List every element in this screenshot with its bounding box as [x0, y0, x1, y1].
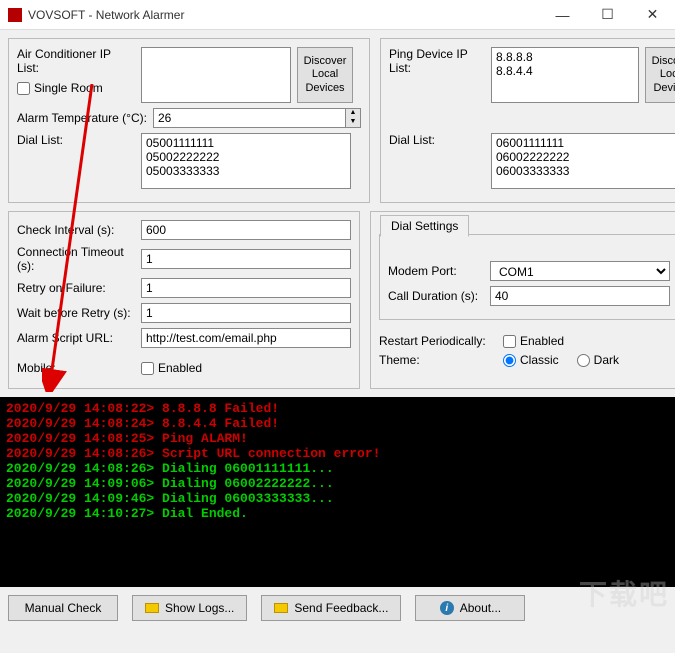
conn-timeout-input[interactable] [141, 249, 351, 269]
mobile-label: Mobile: [17, 361, 135, 375]
temp-spin-down[interactable]: ▼ [346, 118, 360, 127]
discover-devices-button-right[interactable]: Discover Local Devices [645, 47, 675, 103]
close-button[interactable]: ✕ [630, 0, 675, 29]
ping-ip-list-label: Ping Device IP List: [389, 47, 485, 75]
restart-enabled-label: Enabled [520, 334, 564, 348]
envelope-icon [274, 603, 288, 613]
dial-list-input-right[interactable] [491, 133, 675, 189]
app-logo-icon [8, 8, 22, 22]
about-button[interactable]: iAbout... [415, 595, 525, 621]
call-duration-label: Call Duration (s): [388, 289, 484, 303]
ac-panel: Air Conditioner IP List: Single Room Dis… [8, 38, 370, 203]
window-title: VOVSOFT - Network Alarmer [28, 8, 540, 22]
script-url-label: Alarm Script URL: [17, 331, 135, 345]
log-line: 2020/9/29 14:08:25> Ping ALARM! [6, 431, 669, 446]
log-line: 2020/9/29 14:09:06> Dialing 06002222222.… [6, 476, 669, 491]
minimize-button[interactable]: — [540, 0, 585, 29]
settings-right-panel: Dial Settings Modem Port: COM1 Call Dura… [370, 211, 675, 389]
restart-enabled-checkbox[interactable] [503, 335, 516, 348]
mobile-enabled-label: Enabled [158, 361, 202, 375]
log-line: 2020/9/29 14:08:22> 8.8.8.8 Failed! [6, 401, 669, 416]
dial-settings-tab[interactable]: Dial Settings [380, 215, 469, 237]
check-interval-label: Check Interval (s): [17, 223, 135, 237]
dial-list-input-left[interactable] [141, 133, 351, 189]
conn-timeout-label: Connection Timeout (s): [17, 245, 135, 273]
modem-port-label: Modem Port: [388, 264, 484, 278]
ac-ip-list-label: Air Conditioner IP List: [17, 47, 135, 75]
show-logs-button[interactable]: Show Logs... [132, 595, 247, 621]
single-room-checkbox[interactable] [17, 82, 30, 95]
log-line: 2020/9/29 14:08:24> 8.8.4.4 Failed! [6, 416, 669, 431]
settings-left-panel: Check Interval (s): Connection Timeout (… [8, 211, 360, 389]
ping-panel: Ping Device IP List: Discover Local Devi… [380, 38, 675, 203]
manual-check-button[interactable]: Manual Check [8, 595, 118, 621]
modem-port-select[interactable]: COM1 [490, 261, 670, 281]
temp-spin-up[interactable]: ▲ [346, 109, 360, 118]
theme-label: Theme: [379, 353, 497, 367]
call-duration-input[interactable] [490, 286, 670, 306]
discover-devices-button-left[interactable]: Discover Local Devices [297, 47, 353, 103]
alarm-temp-input[interactable] [153, 108, 345, 128]
check-interval-input[interactable] [141, 220, 351, 240]
theme-dark-label: Dark [594, 353, 619, 367]
retry-label: Retry on Failure: [17, 281, 135, 295]
script-url-input[interactable] [141, 328, 351, 348]
log-line: 2020/9/29 14:08:26> Dialing 06001111111.… [6, 461, 669, 476]
dial-list-label-right: Dial List: [389, 133, 485, 147]
send-feedback-button[interactable]: Send Feedback... [261, 595, 401, 621]
mobile-enabled-checkbox[interactable] [141, 362, 154, 375]
log-console: 2020/9/29 14:08:22> 8.8.8.8 Failed!2020/… [0, 397, 675, 587]
notes-icon [145, 603, 159, 613]
log-line: 2020/9/29 14:10:27> Dial Ended. [6, 506, 669, 521]
ac-ip-list-input[interactable] [141, 47, 291, 103]
alarm-temp-label: Alarm Temperature (°C): [17, 111, 147, 125]
single-room-label: Single Room [34, 81, 103, 95]
theme-classic-radio[interactable] [503, 354, 516, 367]
theme-classic-label: Classic [520, 353, 559, 367]
retry-input[interactable] [141, 278, 351, 298]
log-line: 2020/9/29 14:08:26> Script URL connectio… [6, 446, 669, 461]
dial-list-label-left: Dial List: [17, 133, 135, 147]
ping-ip-list-input[interactable] [491, 47, 639, 103]
wait-retry-input[interactable] [141, 303, 351, 323]
theme-dark-radio[interactable] [577, 354, 590, 367]
maximize-button[interactable]: ☐ [585, 0, 630, 29]
wait-retry-label: Wait before Retry (s): [17, 306, 135, 320]
restart-label: Restart Periodically: [379, 334, 497, 348]
info-icon: i [440, 601, 454, 615]
titlebar: VOVSOFT - Network Alarmer — ☐ ✕ [0, 0, 675, 30]
log-line: 2020/9/29 14:09:46> Dialing 06003333333.… [6, 491, 669, 506]
